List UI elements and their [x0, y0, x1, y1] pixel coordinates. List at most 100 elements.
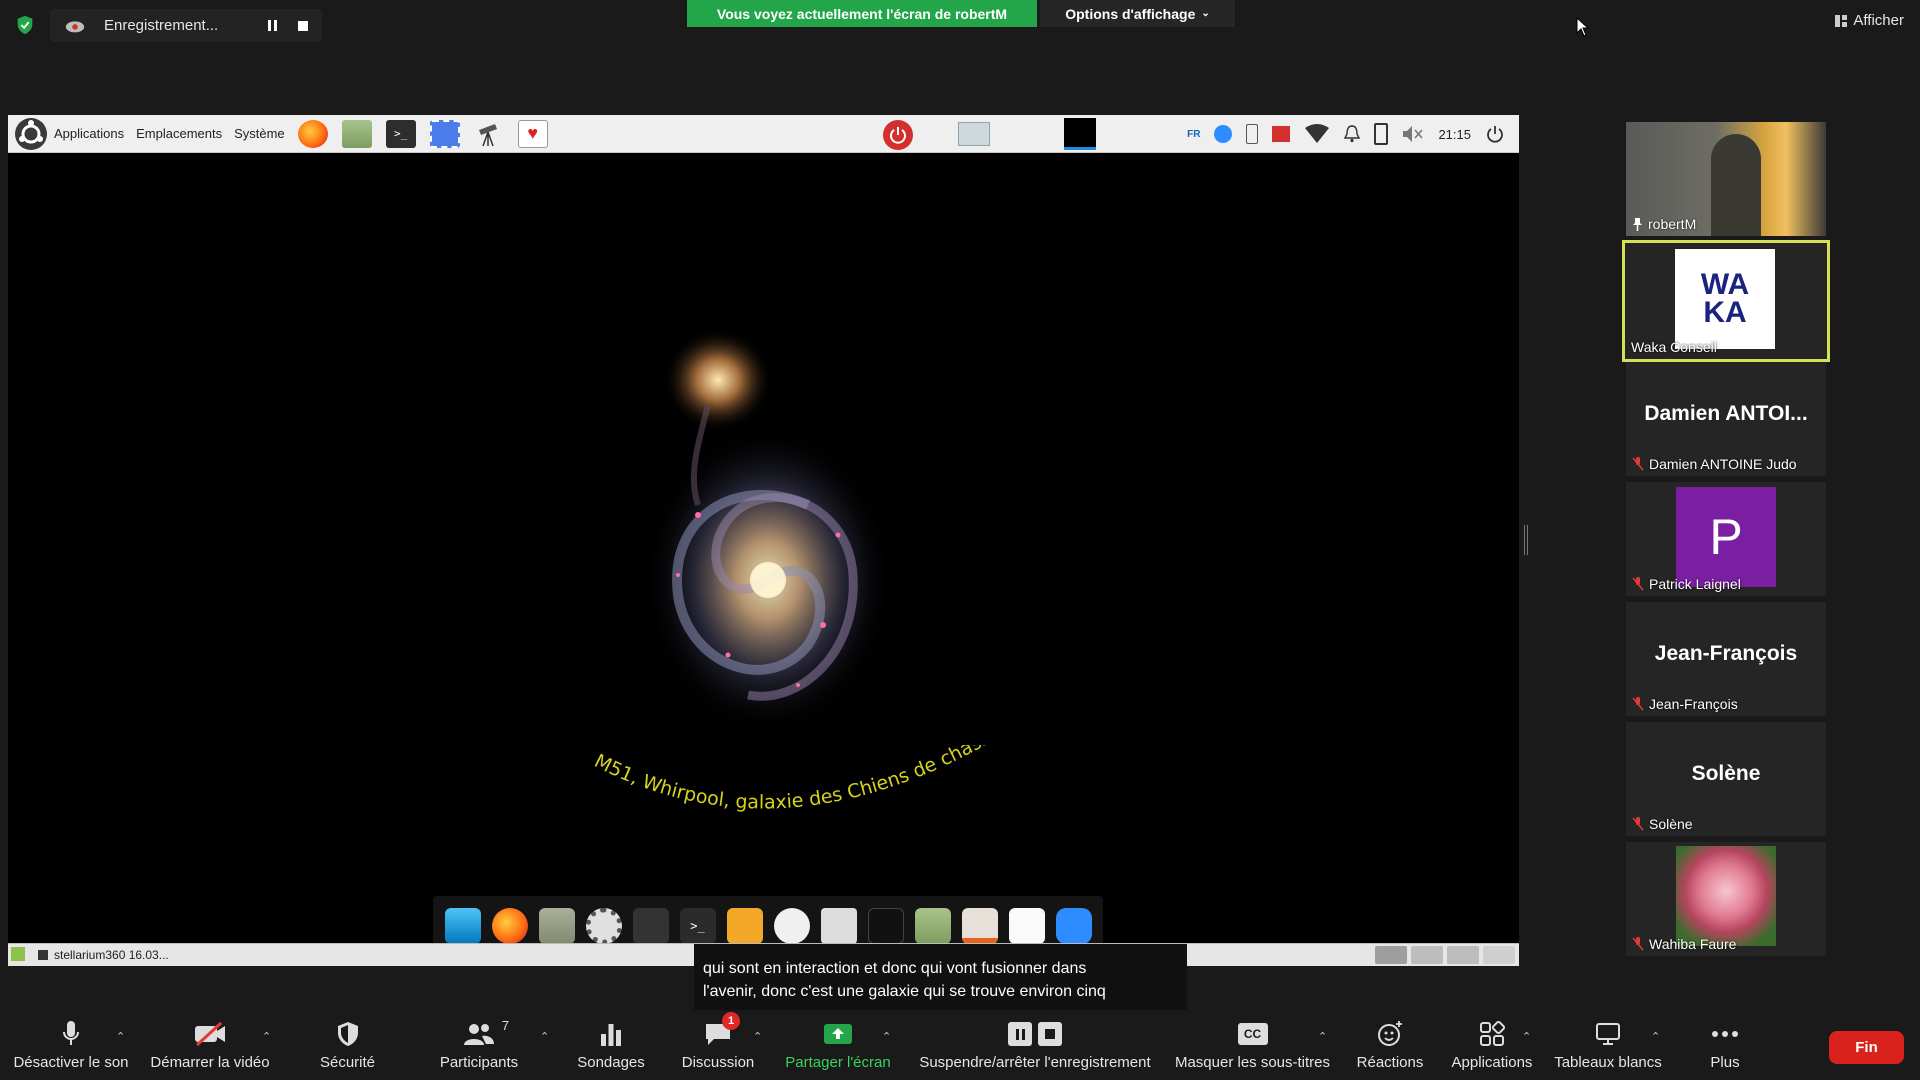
dock-zoom-icon[interactable] — [1055, 908, 1092, 944]
terminal-icon[interactable]: >_ — [385, 119, 416, 148]
mute-button[interactable]: Désactiver le son — [12, 1018, 130, 1078]
polls-button[interactable]: Sondages — [570, 1018, 652, 1078]
mic-muted-icon — [1632, 937, 1644, 951]
dock-folder-icon[interactable] — [914, 908, 951, 944]
pause-icon — [268, 20, 277, 31]
dock-presentation-icon[interactable] — [961, 908, 998, 944]
view-button[interactable]: Afficher — [1835, 12, 1904, 29]
dock-system-monitor-icon[interactable] — [632, 908, 669, 944]
power-icon[interactable] — [1485, 124, 1505, 144]
zoom-tray-icon[interactable] — [1214, 125, 1233, 143]
end-meeting-button[interactable]: Fin — [1829, 1031, 1904, 1064]
captions-options-chevron-icon[interactable]: ⌃ — [1318, 1030, 1327, 1043]
participant-tile[interactable]: Jean-François Jean-François — [1626, 602, 1826, 716]
dock-terminal-icon[interactable]: >_ — [679, 908, 716, 944]
participant-tile[interactable]: Solène Solène — [1626, 722, 1826, 836]
smiley-plus-icon — [1378, 1021, 1402, 1046]
participants-button[interactable]: 7 Participants — [436, 1018, 522, 1078]
whiteboard-icon — [1596, 1023, 1620, 1045]
dock-clock-icon[interactable] — [773, 908, 810, 944]
dock-stellarium-icon[interactable] — [867, 908, 904, 944]
apps-button[interactable]: Applications — [1446, 1018, 1538, 1078]
security-button[interactable]: Sécurité — [310, 1018, 385, 1078]
bluetooth-icon[interactable] — [1246, 124, 1259, 144]
stop-recording-icon — [1038, 1022, 1062, 1046]
caption-line-2: l'avenir, donc c'est une galaxie qui se … — [703, 983, 1106, 1000]
battery-widget-icon[interactable] — [1272, 126, 1291, 142]
participant-tile[interactable]: P Patrick Laignel — [1626, 482, 1826, 596]
caption-line-1: qui sont en interaction et donc qui vont… — [703, 960, 1087, 977]
mute-options-chevron-icon[interactable]: ⌃ — [116, 1030, 125, 1043]
panel-clock[interactable]: 21:15 — [1438, 127, 1471, 142]
apps-options-chevron-icon[interactable]: ⌃ — [1522, 1030, 1531, 1043]
view-button-label: Afficher — [1853, 12, 1904, 29]
view-options-button[interactable]: Options d'affichage ⌄ — [1040, 0, 1235, 27]
solitaire-cards-icon[interactable]: ♥ — [517, 119, 548, 148]
file-manager-icon[interactable] — [341, 119, 372, 148]
video-options-chevron-icon[interactable]: ⌃ — [262, 1030, 271, 1043]
dock-calculator-icon[interactable] — [726, 908, 763, 944]
wifi-icon[interactable] — [1304, 124, 1330, 144]
dock-trash-icon[interactable] — [820, 908, 857, 944]
shared-screen[interactable]: Applications Emplacements Système >_ ♥ F… — [8, 115, 1519, 966]
workspace-4[interactable] — [1483, 946, 1515, 964]
start-video-button[interactable]: Démarrer la vidéo — [146, 1018, 274, 1078]
chat-button[interactable]: 1 Discussion — [680, 1012, 756, 1078]
firefox-icon[interactable] — [297, 119, 328, 148]
pin-icon — [1633, 217, 1642, 231]
stop-icon — [298, 20, 308, 31]
telescope-icon[interactable] — [474, 120, 504, 148]
bell-icon[interactable] — [1344, 125, 1361, 143]
workspace-switcher — [1375, 946, 1515, 964]
screenshot-selection-icon[interactable] — [429, 119, 460, 148]
workspace-1[interactable] — [1375, 946, 1407, 964]
ubuntu-logo-icon[interactable] — [14, 117, 48, 151]
stop-recording-button[interactable] — [292, 15, 314, 37]
security-shield-icon[interactable] — [14, 14, 36, 36]
mic-muted-icon — [1632, 457, 1644, 471]
dock-document-icon[interactable] — [1008, 908, 1045, 944]
panel-splitter-handle[interactable] — [1524, 525, 1528, 555]
pause-recording-button[interactable] — [262, 15, 284, 37]
participant-name: Waka Conseil — [1631, 339, 1717, 355]
desktop-icon[interactable] — [444, 908, 481, 944]
more-button[interactable]: Plus — [1690, 1018, 1760, 1078]
workspace-preview[interactable] — [1064, 118, 1096, 150]
pause-stop-recording-button[interactable]: Suspendre/arrêter l'enregistrement — [910, 1018, 1160, 1078]
participant-tile[interactable]: Wahiba Faure — [1626, 842, 1826, 956]
menu-applications[interactable]: Applications — [48, 126, 130, 141]
chat-unread-badge: 1 — [722, 1012, 740, 1030]
taskbar-item-stellarium[interactable]: stellarium360 16.03... — [38, 948, 169, 962]
volume-muted-icon[interactable] — [1402, 125, 1424, 143]
participant-tile[interactable]: Damien ANTOI... Damien ANTOINE Judo — [1626, 362, 1826, 476]
menu-system[interactable]: Système — [228, 126, 291, 141]
share-screen-button[interactable]: Partager l'écran — [780, 1018, 896, 1078]
view-options-label: Options d'affichage — [1065, 5, 1196, 22]
chat-options-chevron-icon[interactable]: ⌃ — [753, 1030, 762, 1043]
dock-settings-icon[interactable] — [585, 908, 622, 944]
hide-captions-button[interactable]: CC Masquer les sous-titres — [1170, 1018, 1335, 1078]
show-desktop-icon[interactable] — [11, 947, 25, 961]
apps-icon — [1480, 1021, 1505, 1046]
battery-icon[interactable] — [1374, 123, 1389, 145]
workspace-switcher-icon[interactable] — [958, 122, 990, 146]
dock-firefox-icon[interactable] — [491, 908, 528, 944]
top-bar: Enregistrement... Vous voyez actuellemen… — [0, 0, 1920, 50]
microphone-icon — [63, 1021, 79, 1045]
svg-text:M51, Whirpool, galaxie des Chi: M51, Whirpool, galaxie des Chiens de cha… — [591, 745, 1004, 814]
whiteboards-button[interactable]: Tableaux blancs — [1550, 1018, 1666, 1078]
share-options-chevron-icon[interactable]: ⌃ — [882, 1030, 891, 1043]
shutdown-red-icon[interactable] — [883, 120, 913, 150]
keyboard-layout-indicator[interactable]: FR — [1187, 129, 1200, 140]
participants-options-chevron-icon[interactable]: ⌃ — [540, 1030, 549, 1043]
whiteboards-options-chevron-icon[interactable]: ⌃ — [1651, 1030, 1660, 1043]
workspace-2[interactable] — [1411, 946, 1443, 964]
dock-files-icon[interactable] — [538, 908, 575, 944]
participant-tile[interactable]: robertM — [1626, 122, 1826, 236]
participant-tile-active-speaker[interactable]: WA KA Waka Conseil — [1622, 240, 1830, 362]
menu-places[interactable]: Emplacements — [130, 126, 228, 141]
mic-muted-icon — [1632, 817, 1644, 831]
reactions-button[interactable]: Réactions — [1350, 1018, 1430, 1078]
workspace-3[interactable] — [1447, 946, 1479, 964]
cc-icon: CC — [1237, 1023, 1268, 1045]
